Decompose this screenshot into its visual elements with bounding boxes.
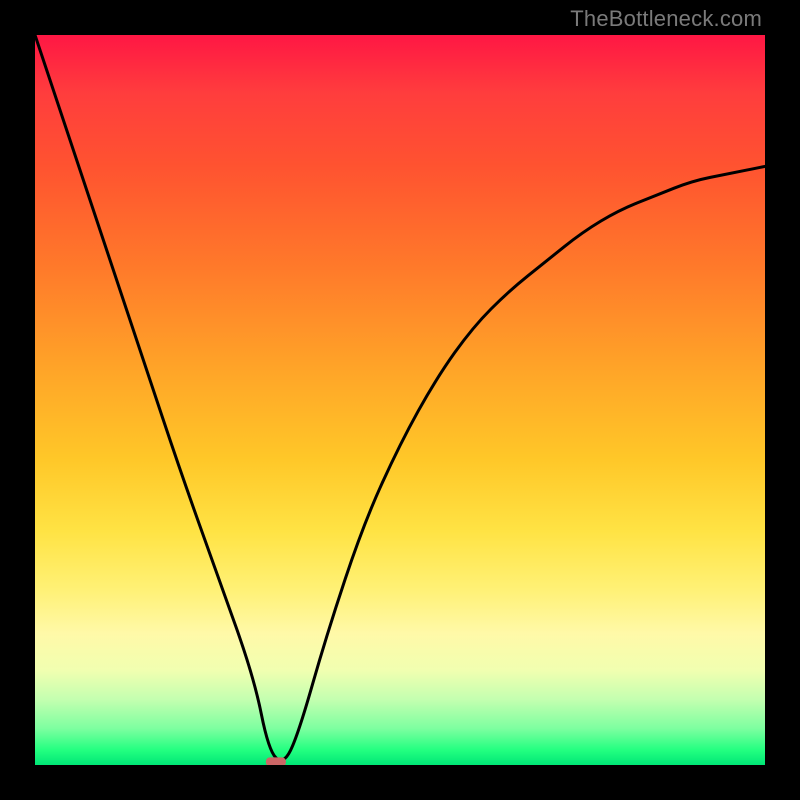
outer-frame: TheBottleneck.com bbox=[0, 0, 800, 800]
plot-area bbox=[35, 35, 765, 765]
optimum-marker bbox=[266, 757, 286, 765]
bottleneck-curve-path bbox=[35, 35, 765, 760]
bottleneck-curve-svg bbox=[35, 35, 765, 765]
watermark-text: TheBottleneck.com bbox=[570, 6, 762, 32]
